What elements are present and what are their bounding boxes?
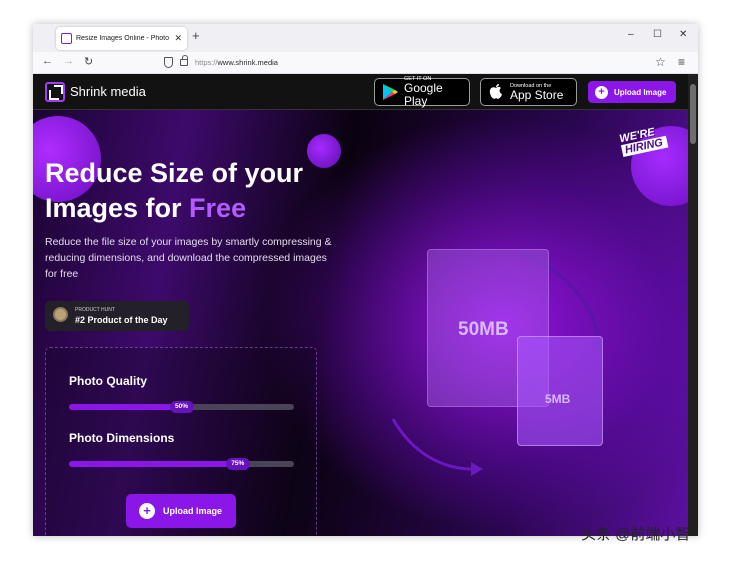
file-small-size: 5MB <box>545 392 571 406</box>
url-bar[interactable]: https://www.shrink.media <box>195 58 278 67</box>
favicon-icon <box>61 33 72 44</box>
quality-label: Photo Quality <box>69 374 147 388</box>
tab-close-icon[interactable]: ✕ <box>174 33 182 44</box>
shield-icon[interactable] <box>164 57 173 68</box>
menu-icon[interactable]: ≡ <box>678 55 685 69</box>
bookmark-star-icon[interactable]: ☆ <box>655 55 666 69</box>
medal-icon <box>53 307 68 322</box>
product-hunt-rank: #2 Product of the Day <box>75 315 168 325</box>
window-close-button[interactable]: ✕ <box>679 29 687 40</box>
page-title: Reduce Size of your Images for Free <box>45 156 345 226</box>
forward-button[interactable]: → <box>63 55 74 67</box>
plus-circle-icon: + <box>595 85 608 99</box>
dimensions-slider-fill <box>69 461 238 467</box>
compression-panel: Photo Quality 50% Photo Dimensions 75% +… <box>45 347 317 536</box>
quality-slider[interactable]: 50% <box>69 401 294 413</box>
plus-circle-icon: + <box>139 503 155 519</box>
headline-line1: Reduce Size of your <box>45 158 304 188</box>
file-small-icon <box>517 336 603 446</box>
scrollbar[interactable] <box>688 74 698 536</box>
google-play-big: Google Play <box>404 81 443 108</box>
back-button[interactable]: ← <box>42 55 53 67</box>
subtitle: Reduce the file size of your images by s… <box>45 236 332 280</box>
tab-active[interactable]: Resize Images Online - Photo R ✕ <box>56 27 187 50</box>
lock-icon[interactable] <box>180 55 188 66</box>
app-store-big: App Store <box>510 87 564 102</box>
url-host: www.shrink.media <box>217 58 278 67</box>
browser-window: Resize Images Online - Photo R ✕ + – ☐ ✕… <box>33 24 698 536</box>
headline-free: Free <box>189 193 247 223</box>
tab-title: Resize Images Online - Photo R <box>76 35 172 42</box>
google-play-icon <box>383 84 398 100</box>
dimensions-slider[interactable]: 75% <box>69 458 294 470</box>
headline-line2: Images for <box>45 193 190 223</box>
app-store-button[interactable]: Download on the App Store <box>480 78 577 106</box>
product-hunt-label: PRODUCT HUNT <box>75 307 115 313</box>
url-scheme: https:// <box>195 58 218 67</box>
product-hunt-badge[interactable]: PRODUCT HUNT #2 Product of the Day <box>45 301 189 331</box>
nav-bar: ← → ↻ https://www.shrink.media ☆ ≡ <box>33 52 698 74</box>
dimensions-label: Photo Dimensions <box>69 431 175 445</box>
page-content: Shrink media GET IT ON Google Play Downl… <box>33 74 688 536</box>
quality-slider-thumb[interactable]: 50% <box>169 401 194 413</box>
google-play-button[interactable]: GET IT ON Google Play <box>374 76 470 108</box>
file-large-size: 50MB <box>458 319 509 340</box>
upload-image-label: Upload Image <box>163 506 223 516</box>
dimensions-slider-thumb[interactable]: 75% <box>225 458 250 470</box>
new-tab-button[interactable]: + <box>192 28 200 43</box>
upload-image-button[interactable]: + Upload Image <box>126 494 236 528</box>
upload-image-header-label: Upload Image <box>614 87 667 97</box>
apple-icon <box>489 84 502 99</box>
upload-image-header-button[interactable]: + Upload Image <box>588 81 676 103</box>
watermark: 头条 @前端小智 <box>581 526 691 543</box>
quality-slider-fill <box>69 404 182 410</box>
maximize-button[interactable]: ☐ <box>653 29 662 40</box>
site-header: Shrink media GET IT ON Google Play Downl… <box>33 74 688 110</box>
scrollbar-thumb[interactable] <box>690 84 696 144</box>
logo-icon[interactable] <box>45 82 65 102</box>
tab-bar: Resize Images Online - Photo R ✕ + – ☐ ✕ <box>33 24 698 52</box>
reload-button[interactable]: ↻ <box>84 55 93 68</box>
brand-name[interactable]: Shrink media <box>70 84 146 99</box>
minimize-button[interactable]: – <box>628 29 634 40</box>
